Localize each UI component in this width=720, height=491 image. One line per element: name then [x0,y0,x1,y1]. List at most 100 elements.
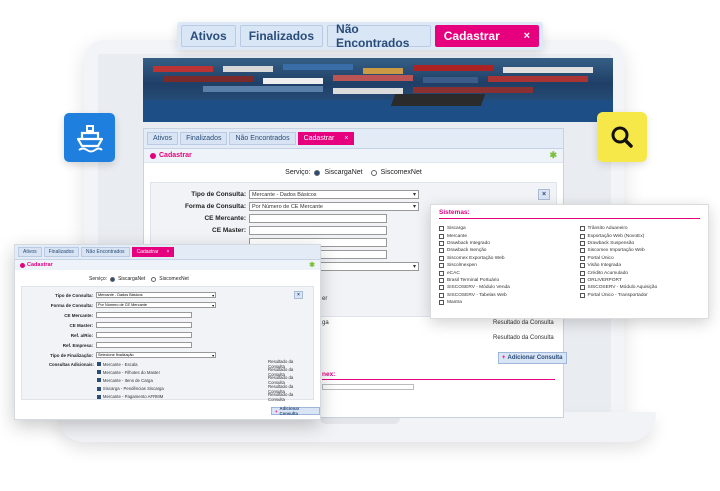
radio-siscarganet[interactable] [314,169,321,176]
panel-tab-ativos[interactable]: Ativos [147,132,179,145]
ce-mercante-label: CE Mercante: [204,215,246,222]
resultado-link[interactable]: Resultado da Consulta [268,392,309,402]
checkbox[interactable] [579,270,585,276]
close-icon[interactable]: × [538,189,550,200]
tab-ativos[interactable]: Ativos [181,25,236,47]
servico-label: Serviço: [285,169,311,176]
sistema-checkbox-item[interactable]: Portal Único - Transportador [579,292,701,299]
checkbox[interactable] [439,233,444,239]
sistema-checkbox-item[interactable]: Exportação Web (NovoEx) [579,232,701,239]
checkbox[interactable] [439,277,444,283]
front-radio-siscarganet[interactable] [110,276,116,282]
siscomex-input[interactable] [322,384,414,390]
front-ce-master-input[interactable] [96,322,192,328]
front-tab-ativos[interactable]: Ativos [18,247,42,257]
radio-siscomexnet[interactable] [370,169,377,176]
front-tab-nao-encontrados[interactable]: Não Encontrados [80,247,130,257]
sistema-checkbox-item[interactable]: Mantra [439,299,560,306]
checkbox[interactable] [96,378,101,383]
checkbox[interactable] [96,362,101,367]
checkbox[interactable] [96,394,101,399]
bullet-icon [20,262,25,268]
tipo-consulta-select[interactable]: Mercante - Dados Básicos ▾ [249,190,419,199]
panel-tab-cadastrar[interactable]: Cadastrar × [297,132,355,145]
radio-siscomexnet-label: SiscomexNet [380,169,422,176]
checkbox[interactable] [579,226,585,232]
checkbox[interactable] [579,263,585,269]
sistema-label: Drawback Integrado [447,240,490,246]
forma-consulta-select[interactable]: Por Número de CE Mercante ▾ [249,202,419,211]
front-form-title: Cadastrar [27,262,53,268]
sistema-checkbox-item[interactable]: ORLIVERPORT [579,277,701,284]
checkbox[interactable] [579,233,585,239]
sistema-checkbox-item[interactable]: Brasil Terminal Portuário [439,277,560,284]
sistema-checkbox-item[interactable]: SISCOSERV - Módulo Aquisição [579,284,701,291]
checkbox[interactable] [579,285,585,291]
checkbox[interactable] [579,277,585,283]
sistema-checkbox-item[interactable]: Drawback Integrado [439,240,560,247]
checkbox[interactable] [579,240,585,246]
sistema-checkbox-item[interactable]: eCAC [439,269,560,276]
close-icon[interactable]: × [344,135,348,142]
result-link-2[interactable]: Resultado da Consulta [493,335,554,341]
sistema-checkbox-item[interactable]: Drawback Suspensão [579,240,701,247]
sistema-checkbox-item[interactable]: Siscomex Importação Web [579,247,701,254]
sistema-checkbox-item[interactable]: Trânsito Aduaneiro [579,225,701,232]
checkbox[interactable] [439,240,444,246]
sistema-checkbox-item[interactable]: Siscolmexpen [439,262,560,269]
checkbox[interactable] [439,270,444,276]
front-forma-consulta-label: Forma de Consulta: [50,302,93,308]
checkbox[interactable] [439,226,444,232]
sistema-checkbox-item[interactable]: Visão Integrada [579,262,701,269]
close-icon[interactable]: × [524,30,530,42]
checkbox[interactable] [579,292,585,298]
tab-nao-encontrados[interactable]: Não Encontrados [327,22,431,50]
sistema-label: Siscomex Importação Web [587,248,645,254]
tab-cadastrar[interactable]: Cadastrar × [434,25,539,47]
sistema-checkbox-item[interactable]: Mercante [439,232,560,239]
checkbox[interactable] [579,255,585,261]
front-ce-mercante-input[interactable] [96,312,192,318]
forma-consulta-value: Por Número de CE Mercante [252,203,323,210]
front-radio-siscomexnet-label: SiscomexNet [159,276,189,282]
checkbox[interactable] [96,370,101,375]
sistema-checkbox-item[interactable]: Siscarga [439,225,560,232]
checkbox[interactable] [579,248,585,254]
consulta-label: Siscarga - Pendências Siscarga [102,386,164,392]
close-icon[interactable]: × [167,249,170,255]
sistema-checkbox-item[interactable]: Crédito Acumulado [579,269,701,276]
front-radio-siscomexnet[interactable] [151,276,157,282]
checkbox[interactable] [439,248,444,254]
front-add-consulta-button[interactable]: + Adicionar Consulta [271,406,320,416]
checkbox[interactable] [439,285,444,291]
front-tipo-finalizacao-select[interactable]: Selecione finalização ▾ [96,352,216,358]
front-tab-cadastrar[interactable]: Cadastrar × [131,247,175,257]
front-ref-ag-input[interactable] [96,332,192,338]
checkbox[interactable] [439,263,444,269]
front-ref-empresa-input[interactable] [96,342,192,348]
front-tab-finalizados[interactable]: Finalizados [43,247,79,257]
ce-master-input[interactable] [249,226,387,235]
sistema-checkbox-item[interactable]: Drawback Isenção [439,247,560,254]
sistema-checkbox-item[interactable]: SISCOSERV - Módulo Venda [439,284,560,291]
panel-tab-finalizados[interactable]: Finalizados [180,132,228,145]
add-consulta-button[interactable]: + Adicionar Consulta [498,352,567,364]
siscomex-partial-label: nex: [322,371,336,378]
sistema-checkbox-item[interactable]: Portal Único [579,255,701,262]
tab-finalizados[interactable]: Finalizados [239,25,324,47]
checkbox[interactable] [439,292,444,298]
close-icon[interactable]: × [294,291,303,299]
front-forma-consulta-select[interactable]: Por Número de CE Mercante ▾ [96,302,216,308]
result-partial-1: er [322,296,328,302]
checkbox[interactable] [96,386,101,391]
checkbox[interactable] [439,255,444,261]
tab-finalizados-label: Finalizados [248,29,315,43]
panel-tab-nao-encontrados[interactable]: Não Encontrados [229,132,296,145]
front-tipo-consulta-select[interactable]: Mercante - Dados Básicos ▾ [96,292,216,298]
front-servico-label: Serviço: [89,276,108,282]
result-link-1[interactable]: Resultado da Consulta [493,320,554,326]
checkbox[interactable] [439,300,444,306]
sistema-checkbox-item[interactable]: Siscomex Exportação Web [439,255,560,262]
ce-mercante-input[interactable] [249,214,387,223]
sistema-checkbox-item[interactable]: SISCOSERV - Tabelas Web [439,292,560,299]
